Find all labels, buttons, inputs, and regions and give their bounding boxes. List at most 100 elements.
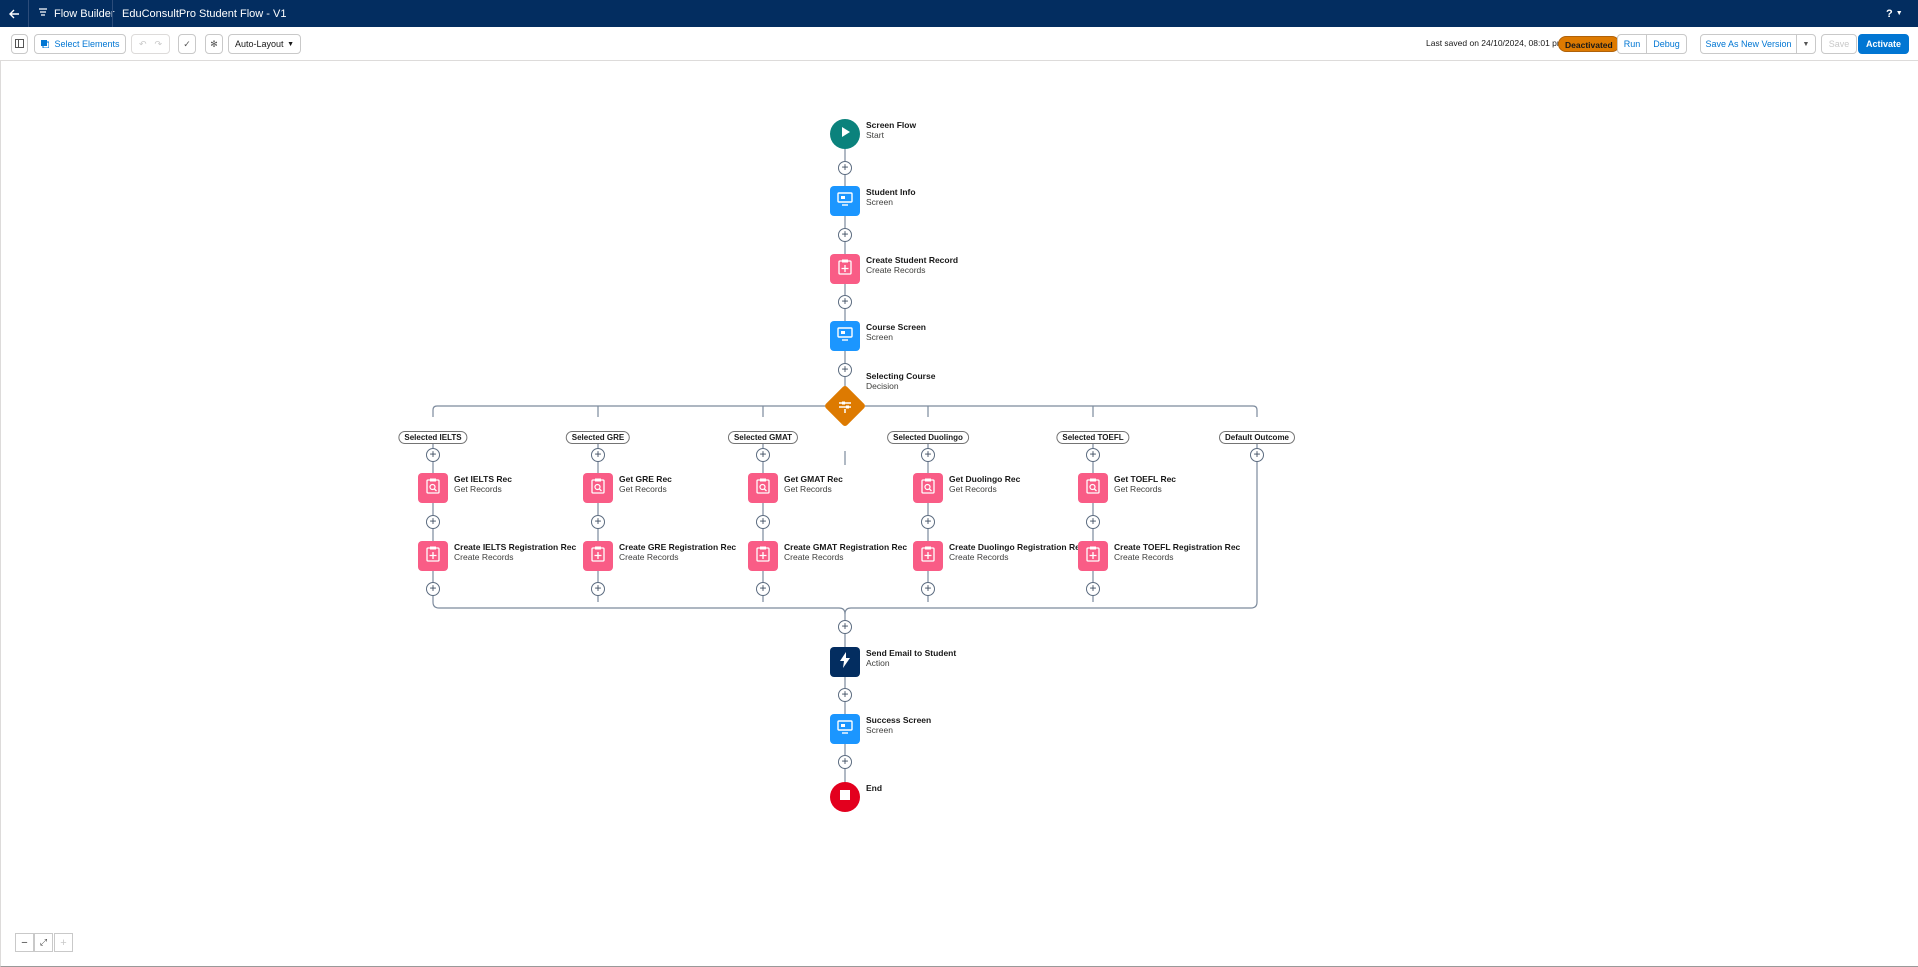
- student-info-label: Student Info Screen: [866, 187, 916, 207]
- node-type: Get Records: [949, 484, 997, 494]
- node-title: Create TOEFL Registration Rec: [1114, 542, 1241, 552]
- chevron-down-icon: ▼: [1802, 40, 1810, 48]
- lightning-icon: [839, 651, 851, 673]
- student-info-node[interactable]: [830, 186, 860, 216]
- get-ielts-rec-node[interactable]: [418, 473, 448, 503]
- node-type: Screen: [866, 197, 893, 207]
- send-email-node[interactable]: [830, 647, 860, 677]
- add-element-button[interactable]: +: [756, 515, 770, 529]
- panel-icon: [15, 38, 24, 50]
- decision-icon: [837, 398, 853, 414]
- gear-icon: ✻: [210, 38, 218, 49]
- end-label: End: [866, 783, 882, 793]
- node-type: Create Records: [1114, 552, 1174, 562]
- create-records-icon: [426, 546, 440, 567]
- add-element-button[interactable]: +: [921, 582, 935, 596]
- get-toefl-rec-node[interactable]: [1078, 473, 1108, 503]
- toolbar: Select Elements ↶ ↷ ✓ ✻ Auto-Layout ▼ La…: [0, 27, 1918, 61]
- add-element-button[interactable]: +: [838, 295, 852, 309]
- add-element-button[interactable]: +: [1086, 515, 1100, 529]
- add-element-button[interactable]: +: [591, 448, 605, 462]
- create-toefl-registration-node[interactable]: [1078, 541, 1108, 571]
- select-elements-label: Select Elements: [54, 39, 120, 49]
- add-element-button[interactable]: +: [426, 515, 440, 529]
- start-node[interactable]: [830, 119, 860, 149]
- run-button[interactable]: Run: [1617, 34, 1647, 54]
- outcome-label[interactable]: Selected TOEFL: [1056, 431, 1130, 444]
- flow-canvas[interactable]: Screen Flow Start + Student Info Screen + …: [0, 61, 1918, 967]
- create-gmat-registration-label: Create GMAT Registration Rec Create Recor…: [784, 542, 907, 562]
- undo-icon[interactable]: ↶: [139, 39, 147, 50]
- save-as-new-version-button[interactable]: Save As New Version: [1700, 34, 1797, 54]
- create-gmat-registration-node[interactable]: [748, 541, 778, 571]
- add-element-button[interactable]: +: [1086, 448, 1100, 462]
- node-type: Start: [866, 130, 884, 140]
- course-screen-node[interactable]: [830, 321, 860, 351]
- add-element-button[interactable]: +: [426, 448, 440, 462]
- create-student-record-node[interactable]: [830, 254, 860, 284]
- back-arrow-icon[interactable]: [7, 0, 21, 27]
- add-element-button[interactable]: +: [838, 363, 852, 377]
- zoom-out-button[interactable]: −: [15, 933, 34, 952]
- create-records-icon: [838, 259, 852, 280]
- node-title: Get IELTS Rec: [454, 474, 512, 484]
- outcome-label[interactable]: Selected GRE: [565, 431, 631, 444]
- select-elements-button[interactable]: Select Elements: [34, 34, 126, 54]
- create-ielts-registration-node[interactable]: [418, 541, 448, 571]
- add-element-button[interactable]: +: [756, 582, 770, 596]
- activate-button[interactable]: Activate: [1858, 34, 1909, 54]
- add-element-button[interactable]: +: [838, 228, 852, 242]
- get-duolingo-rec-node[interactable]: [913, 473, 943, 503]
- get-gmat-rec-node[interactable]: [748, 473, 778, 503]
- fit-view-button[interactable]: ⤢: [34, 933, 53, 952]
- add-element-button[interactable]: +: [838, 620, 852, 634]
- help-menu[interactable]: ? ▼: [1886, 0, 1903, 27]
- create-toefl-registration-label: Create TOEFL Registration Rec Create Reco…: [1114, 542, 1240, 562]
- end-node[interactable]: [830, 782, 860, 812]
- node-type: Decision: [866, 381, 899, 391]
- success-screen-label: Success Screen Screen: [866, 715, 931, 735]
- add-element-button[interactable]: +: [591, 515, 605, 529]
- add-element-button[interactable]: +: [921, 515, 935, 529]
- add-element-button[interactable]: +: [426, 582, 440, 596]
- outcome-label[interactable]: Selected GMAT: [727, 431, 799, 444]
- flow-builder-app[interactable]: Flow Builder: [38, 0, 115, 27]
- add-element-button[interactable]: +: [838, 688, 852, 702]
- add-element-button[interactable]: +: [1086, 582, 1100, 596]
- add-element-button[interactable]: +: [756, 448, 770, 462]
- node-type: Create Records: [949, 552, 1009, 562]
- node-title: Create IELTS Registration Rec: [454, 542, 577, 552]
- undo-redo-group: ↶ ↷: [131, 34, 170, 54]
- create-gre-registration-node[interactable]: [583, 541, 613, 571]
- add-element-button[interactable]: +: [1250, 448, 1264, 462]
- add-element-button[interactable]: +: [838, 755, 852, 769]
- save-options-button[interactable]: ▼: [1796, 34, 1816, 54]
- node-type: Screen: [866, 332, 893, 342]
- outcome-label[interactable]: Default Outcome: [1218, 431, 1296, 444]
- layout-mode-select[interactable]: Auto-Layout ▼: [228, 34, 301, 54]
- settings-button[interactable]: ✻: [205, 34, 223, 54]
- node-title: Get GRE Rec: [619, 474, 672, 484]
- node-title: Get TOEFL Rec: [1114, 474, 1177, 484]
- success-screen-node[interactable]: [830, 714, 860, 744]
- create-records-icon: [756, 546, 770, 567]
- create-duolingo-registration-node[interactable]: [913, 541, 943, 571]
- toggle-panel-button[interactable]: [11, 34, 28, 54]
- outcome-label[interactable]: Selected Duolingo: [887, 431, 969, 444]
- zoom-in-button[interactable]: +: [54, 933, 73, 952]
- debug-button[interactable]: Debug: [1646, 34, 1687, 54]
- add-element-button[interactable]: +: [591, 582, 605, 596]
- outcome-label[interactable]: Selected IELTS: [398, 431, 468, 444]
- node-type: Create Records: [784, 552, 844, 562]
- check-errors-button[interactable]: ✓: [178, 34, 196, 54]
- get-gre-rec-node[interactable]: [583, 473, 613, 503]
- app-name: Flow Builder: [54, 7, 115, 20]
- check-icon: ✓: [183, 38, 191, 49]
- send-email-label: Send Email to Student Action: [866, 648, 956, 668]
- add-element-button[interactable]: +: [838, 161, 852, 175]
- redo-icon[interactable]: ↷: [155, 39, 163, 50]
- add-element-button[interactable]: +: [921, 448, 935, 462]
- save-button[interactable]: Save: [1821, 34, 1857, 54]
- node-type: Get Records: [784, 484, 832, 494]
- chevron-down-icon: ▼: [287, 40, 294, 48]
